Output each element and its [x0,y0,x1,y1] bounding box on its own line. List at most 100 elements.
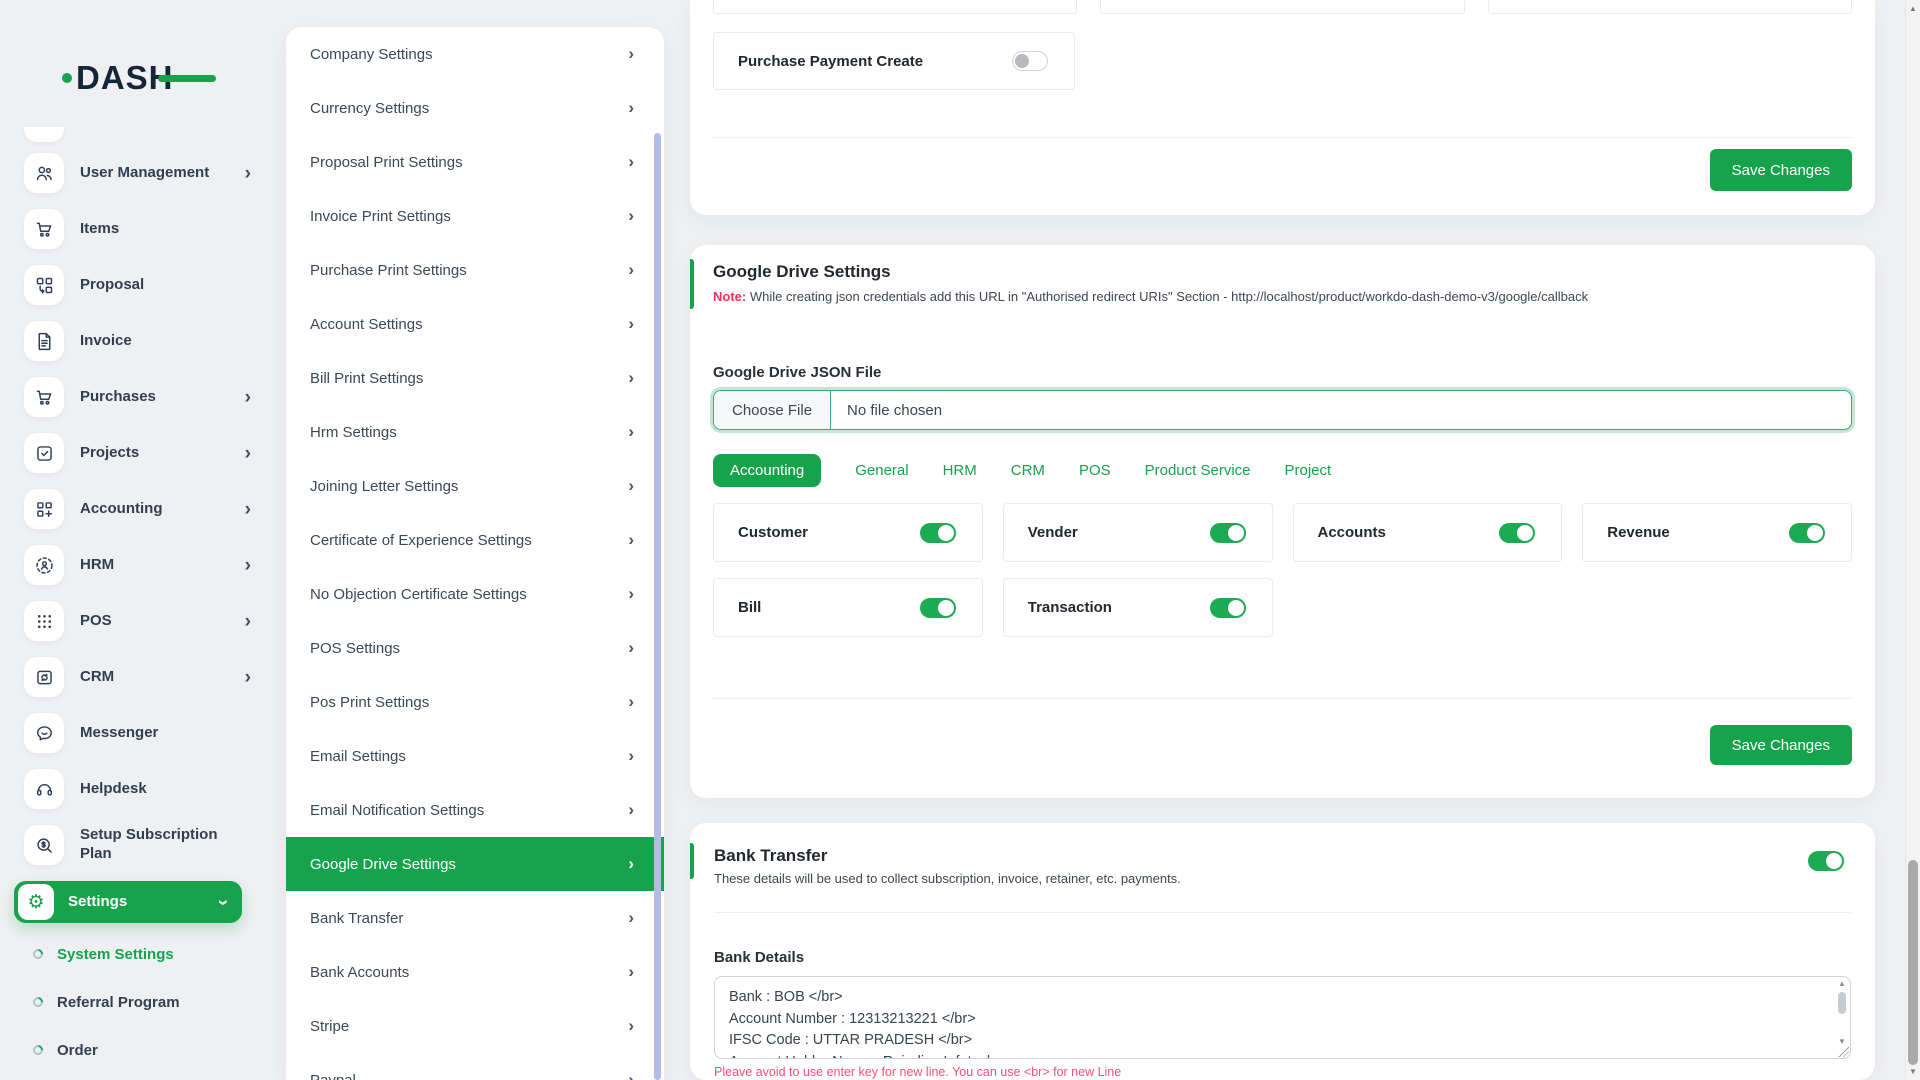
vender-toggle[interactable] [1209,522,1246,543]
settings-list-panel: Company Settings › Currency Settings › Pro… [286,27,664,1080]
accounts-toggle[interactable] [1499,522,1536,543]
newline-warning-text: Pleave avoid to use enter key for new li… [714,1065,1122,1079]
card-divider [714,912,1851,913]
module-tabs: Accounting General HRM CRM POS Product S… [713,454,1852,487]
sidebar-item-setup-subscription-plan[interactable]: Setup Subscription Plan [24,825,251,865]
panel-item-paypal[interactable]: Paypal › [286,1053,664,1080]
chevron-right-icon: › [628,314,634,333]
chevron-right-icon: › [628,422,634,441]
google-drive-json-file-input[interactable]: Choose File No file chosen [713,390,1852,430]
scrollbar-thumb[interactable] [1838,992,1846,1014]
page-scrollbar[interactable]: ▲ ▼ [1905,0,1920,1080]
loader-bullet-icon [30,994,46,1010]
chevron-right-icon: › [628,368,634,387]
chevron-right-icon: › [244,610,251,632]
sidebar-item-invoice[interactable]: Invoice [24,321,251,361]
save-changes-button[interactable]: Save Changes [1709,725,1852,765]
panel-item-pos-print-settings[interactable]: Pos Print Settings › [286,675,664,729]
purchase-payment-create-toggle[interactable] [1012,51,1048,71]
panel-item-stripe[interactable]: Stripe › [286,999,664,1053]
cut-off-toggle-cell [1487,0,1852,14]
sidebar-item-accounting[interactable]: Accounting › [24,489,251,529]
chevron-right-icon: › [628,962,634,981]
panel-item-bank-transfer[interactable]: Bank Transfer › [286,891,664,945]
sidebar-item-purchases[interactable]: Purchases › [24,377,251,417]
panel-item-hrm-settings[interactable]: Hrm Settings › [286,405,664,459]
revenue-toggle[interactable] [1789,522,1825,543]
main-content: Purchase Payment Create Save Changes Goo… [690,0,1875,1080]
sidebar-item-items[interactable]: Items [24,209,251,249]
customer-toggle[interactable] [919,522,956,543]
sidebar-subitem-referral-program[interactable]: Referral Program [30,985,287,1019]
sidebar-item-projects[interactable]: Projects › [24,433,251,473]
panel-item-company-settings[interactable]: Company Settings › [286,27,664,81]
app-logo: DASH [62,58,216,98]
chevron-right-icon: › [628,1016,634,1035]
panel-item-joining-letter-settings[interactable]: Joining Letter Settings › [286,459,664,513]
panel-item-purchase-print-settings[interactable]: Purchase Print Settings › [286,243,664,297]
chevron-right-icon: › [628,44,634,63]
tab-pos[interactable]: POS [1079,454,1111,487]
scroll-down-icon[interactable]: ▼ [1906,1067,1920,1076]
chevron-right-icon: › [244,386,251,408]
sidebar-subitem-system-settings[interactable]: System Settings [30,937,287,971]
cut-off-toggle-cell [713,0,1078,14]
cut-off-toggle-row [713,0,1852,14]
choose-file-button[interactable]: Choose File [714,391,832,429]
chevron-right-icon: › [628,98,634,117]
panel-item-bank-accounts[interactable]: Bank Accounts › [286,945,664,999]
bank-transfer-card: Bank Transfer These details will be used… [690,823,1875,1080]
panel-item-certificate-of-experience-settings[interactable]: Certificate of Experience Settings › [286,513,664,567]
chevron-right-icon: › [628,260,634,279]
sidebar-item-hrm[interactable]: HRM › [24,545,251,585]
scroll-up-icon[interactable]: ▲ [1838,978,1846,990]
bank-transfer-toggle[interactable] [1808,851,1844,871]
panel-item-proposal-print-settings[interactable]: Proposal Print Settings › [286,135,664,189]
tab-accounting[interactable]: Accounting [713,454,822,487]
main-sidebar: DASH User Management › Items Proposal In… [0,0,287,1080]
panel-item-currency-settings[interactable]: Currency Settings › [286,81,664,135]
panel-item-invoice-print-settings[interactable]: Invoice Print Settings › [286,189,664,243]
chevron-right-icon: › [628,584,634,603]
chevron-right-icon: › [628,746,634,765]
bill-toggle[interactable] [919,597,956,618]
sidebar-nav: User Management › Items Proposal Invoice… [0,127,287,1080]
toggle-cell-bill: Bill [713,578,983,637]
tab-project[interactable]: Project [1285,454,1332,487]
scroll-up-icon[interactable]: ▲ [1906,4,1920,13]
save-changes-button[interactable]: Save Changes [1709,149,1852,191]
page-scrollbar-thumb[interactable] [1908,860,1918,1065]
sidebar-item-user-management[interactable]: User Management › [24,153,251,193]
bank-details-textarea[interactable]: Bank : BOB </br> Account Number : 123132… [714,976,1851,1059]
textarea-scrollbar[interactable]: ▲ ▼ [1835,978,1849,1057]
panel-item-google-drive-settings[interactable]: Google Drive Settings › [286,837,664,891]
chevron-right-icon: › [628,908,634,927]
scroll-down-icon[interactable]: ▼ [1838,1036,1846,1048]
sidebar-item-helpdesk[interactable]: Helpdesk [24,769,251,809]
panel-item-email-settings[interactable]: Email Settings › [286,729,664,783]
panel-item-account-settings[interactable]: Account Settings › [286,297,664,351]
sidebar-item-pos[interactable]: POS › [24,601,251,641]
panel-item-no-objection-certificate-settings[interactable]: No Objection Certificate Settings › [286,567,664,621]
sidebar-item-settings[interactable]: ⚙ Settings › [14,881,242,923]
chevron-right-icon: › [628,800,634,819]
panel-item-bill-print-settings[interactable]: Bill Print Settings › [286,351,664,405]
panel-scrollbar[interactable] [654,133,661,1080]
sidebar-item-proposal[interactable]: Proposal [24,265,251,305]
tab-hrm[interactable]: HRM [943,454,977,487]
sidebar-item-crm[interactable]: CRM › [24,657,251,697]
sidebar-item-messenger[interactable]: Messenger [24,713,251,753]
module-toggle-grid: Customer Vender Accounts Revenue Bill Tr… [713,503,1852,637]
chevron-down-icon: › [212,898,234,906]
refresh-square-icon [24,657,64,697]
chevron-right-icon: › [628,530,634,549]
transaction-toggle[interactable] [1209,597,1246,618]
tab-crm[interactable]: CRM [1011,454,1045,487]
sidebar-subitem-order[interactable]: Order [30,1033,287,1067]
panel-item-email-notification-settings[interactable]: Email Notification Settings › [286,783,664,837]
cart-icon [24,209,64,249]
document-icon [24,321,64,361]
panel-item-pos-settings[interactable]: POS Settings › [286,621,664,675]
tab-general[interactable]: General [855,454,908,487]
tab-product-service[interactable]: Product Service [1145,454,1251,487]
